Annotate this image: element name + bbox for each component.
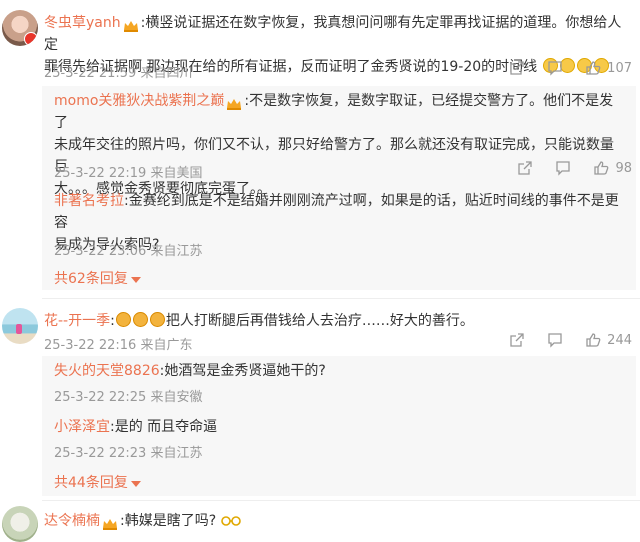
share-icon[interactable]	[509, 332, 525, 348]
comment-2: 花--开一季: 把人打断腿后再借钱给人去治疗……好大的善行。 25-3-22 22…	[0, 300, 640, 500]
crown-badge-icon	[226, 95, 242, 110]
comment-time: 25-3-22 22:16 来自广东	[44, 338, 193, 353]
like-count: 107	[607, 60, 632, 76]
reply-time: 25-3-22 23:06 来自江苏	[54, 244, 203, 259]
comment-3: 达令楠楠:韩媒是瞎了吗?	[0, 500, 640, 542]
reply-time: 25-3-22 22:19 来自美国	[54, 166, 203, 181]
comment-username[interactable]: 达令楠楠	[44, 513, 100, 529]
like-button[interactable]: 98	[593, 160, 632, 176]
reply-text: :她酒驾是金秀贤逼她干的?	[159, 363, 326, 379]
comment-time: 25-3-22 21:59 来自四川	[44, 66, 193, 81]
divider	[42, 298, 640, 299]
avatar[interactable]	[2, 506, 38, 542]
share-icon[interactable]	[517, 160, 533, 176]
comment-username[interactable]: 冬虫草yanh	[44, 15, 121, 31]
reply-item: momo关雅狄决战紫荆之巅:不是数字恢复，是数字取证，已经提交警方了。他们不是发…	[54, 93, 614, 197]
kiss-emoji	[115, 312, 131, 327]
reply-time: 25-3-22 22:23 来自江苏	[54, 446, 203, 461]
glasses-emoji	[220, 513, 241, 535]
like-icon	[585, 332, 601, 348]
comment-1: 冬虫草yanh:横竖说证据还在数字恢复，我真想问问哪有先定罪再找证据的道理。你想…	[0, 0, 640, 300]
crown-badge-icon	[102, 515, 118, 530]
reply-box: 失火的天堂8826:她酒驾是金秀贤逼她干的? 25-3-22 22:25 来自安…	[42, 356, 636, 496]
like-button[interactable]: 244	[585, 332, 632, 348]
more-replies-link[interactable]: 共62条回复	[54, 268, 141, 288]
reply-item: 小泽泽宜:是的 而且夺命逼	[54, 416, 624, 438]
reply-username[interactable]: 非著名考拉	[54, 193, 124, 209]
kiss-emoji	[149, 312, 165, 327]
reply-username[interactable]: 失火的天堂8826	[54, 363, 160, 379]
chevron-down-icon	[130, 473, 141, 492]
share-icon[interactable]	[509, 60, 525, 76]
reply-username[interactable]: 小泽泽宜	[54, 419, 110, 435]
comment-icon[interactable]	[547, 60, 563, 76]
comment-text: 达令楠楠:韩媒是瞎了吗?	[44, 510, 241, 535]
kiss-emoji	[132, 312, 148, 327]
reply-time: 25-3-22 22:25 来自安徽	[54, 390, 203, 405]
avatar[interactable]	[2, 308, 38, 344]
like-icon	[585, 60, 601, 76]
verified-badge-icon	[24, 32, 38, 46]
reply-actions: 98	[517, 160, 632, 176]
chevron-down-icon	[130, 269, 141, 288]
reply-box: momo关雅狄决战紫荆之巅:不是数字恢复，是数字取证，已经提交警方了。他们不是发…	[42, 86, 636, 290]
reply-text: :是的 而且夺命逼	[110, 419, 218, 435]
reply-item: 失火的天堂8826:她酒驾是金秀贤逼她干的?	[54, 360, 624, 382]
reply-text: :金赛纶到底是不是结婚并刚刚流产过啊，如果是的话，贴近时间线的事件不是更容	[54, 193, 619, 231]
comment-icon[interactable]	[547, 332, 563, 348]
like-button[interactable]: 107	[585, 60, 632, 76]
comment-actions: 107	[509, 60, 632, 76]
like-icon	[593, 160, 609, 176]
like-count: 98	[615, 160, 632, 176]
crown-badge-icon	[123, 17, 139, 32]
more-replies-link[interactable]: 共44条回复	[54, 472, 141, 492]
comment-text: 花--开一季: 把人打断腿后再借钱给人去治疗……好大的善行。	[44, 312, 474, 329]
reply-username[interactable]: momo关雅狄决战紫荆之巅	[54, 93, 224, 109]
comment-icon[interactable]	[555, 160, 571, 176]
comment-actions: 244	[509, 332, 632, 348]
like-count: 244	[607, 332, 632, 348]
comment-username[interactable]: 花--开一季	[44, 313, 110, 329]
avatar[interactable]	[2, 10, 38, 46]
